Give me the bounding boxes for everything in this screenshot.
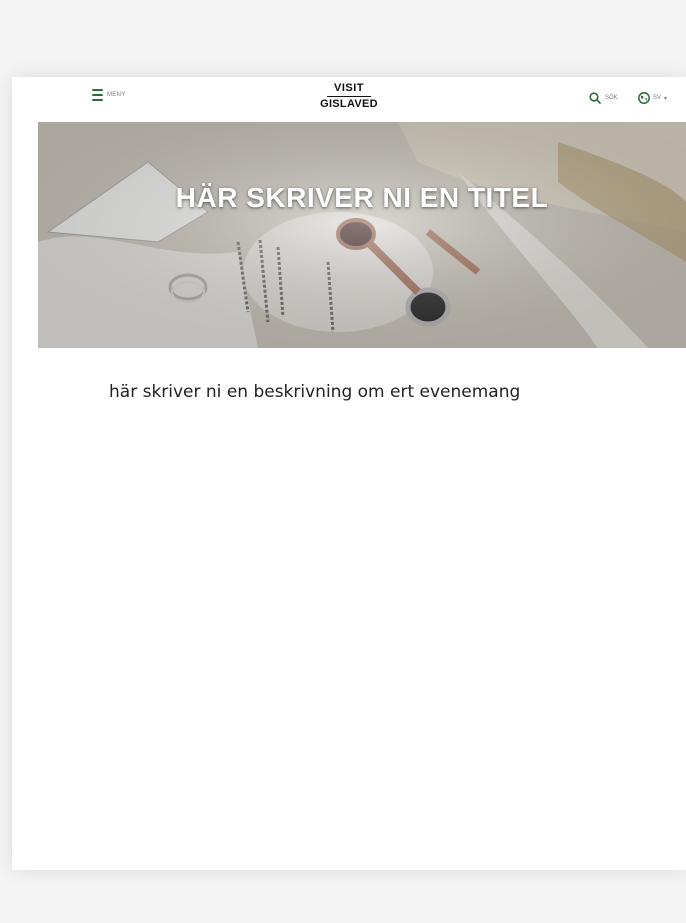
globe-icon	[638, 92, 650, 104]
chevron-down-icon: ▾	[664, 94, 668, 102]
search-label: SÖK	[605, 95, 618, 101]
site-header: MENY VISIT GISLAVED SÖK SV ▾	[12, 77, 686, 122]
menu-button[interactable]: MENY	[92, 89, 126, 101]
hero-image	[38, 122, 686, 348]
language-selector[interactable]: SV ▾	[638, 92, 667, 104]
logo-line-2: GISLAVED	[320, 98, 378, 110]
page-card: MENY VISIT GISLAVED SÖK SV ▾ HÄR SKRIVER…	[12, 77, 686, 870]
search-button[interactable]: SÖK	[589, 92, 618, 104]
logo-divider	[326, 96, 371, 97]
menu-label: MENY	[107, 92, 126, 98]
hero-banner: HÄR SKRIVER NI EN TITEL	[38, 122, 686, 348]
hero-title: HÄR SKRIVER NI EN TITEL	[175, 182, 549, 213]
site-logo[interactable]: VISIT GISLAVED	[320, 83, 378, 110]
menu-icon	[92, 89, 103, 101]
logo-line-1: VISIT	[333, 82, 365, 94]
language-label: SV	[653, 95, 662, 101]
search-icon	[589, 92, 601, 104]
event-description: här skriver ni en beskrivning om ert eve…	[109, 382, 521, 402]
